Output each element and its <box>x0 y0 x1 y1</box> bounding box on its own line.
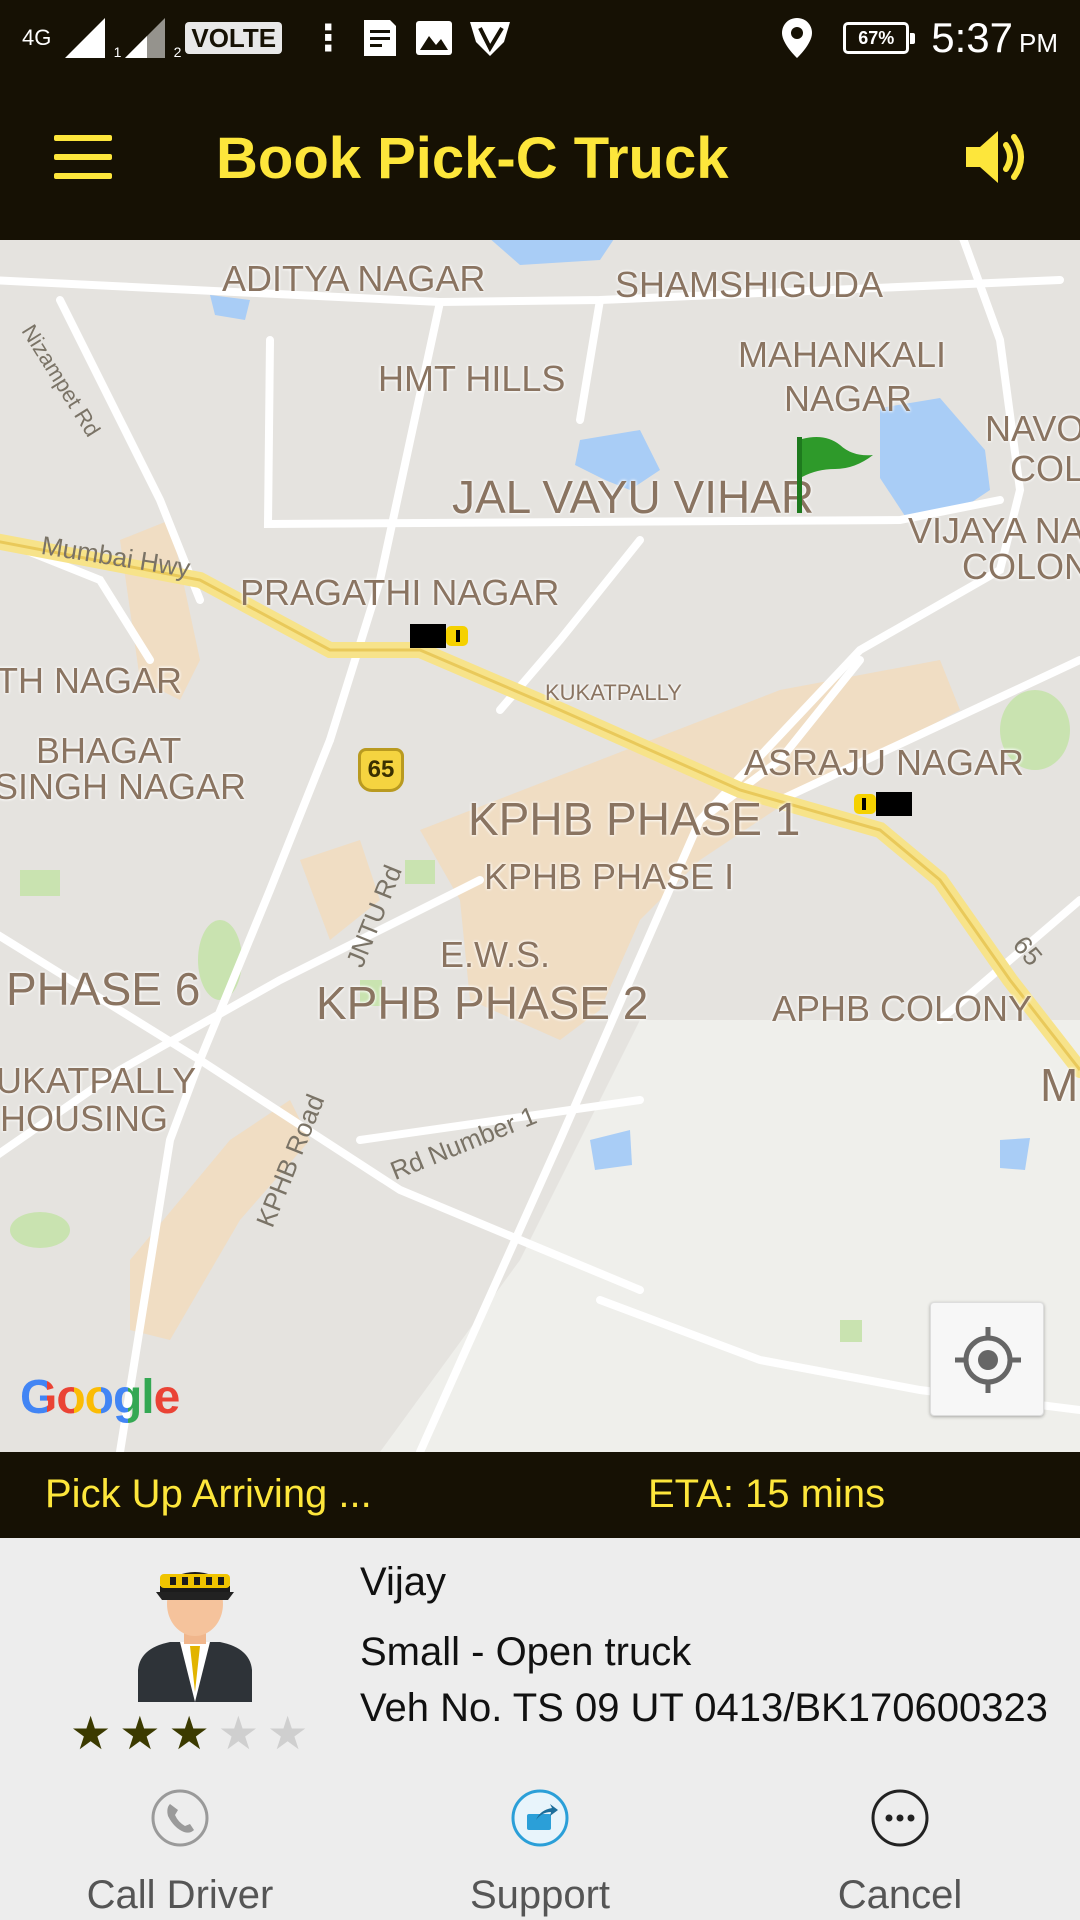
notes-icon <box>360 18 400 58</box>
more-circle-icon <box>871 1789 929 1847</box>
google-logo-text: Google <box>20 1371 180 1424</box>
map-area-label: ADITYA NAGAR <box>222 258 486 299</box>
map-area-label: NAVO <box>985 408 1080 449</box>
page-title: Book Pick-C Truck <box>216 126 729 191</box>
map-area-label: COLON <box>962 546 1080 587</box>
hamburger-icon <box>54 135 112 141</box>
driver-rating: ★ ★ ★ ★ ★ <box>70 1710 308 1756</box>
map-area-label: KPHB PHASE 1 <box>468 793 801 845</box>
truck-marker-icon[interactable] <box>410 622 470 650</box>
destination-flag-icon <box>797 437 873 513</box>
star-filled-icon: ★ <box>168 1707 210 1759</box>
menu-button[interactable] <box>54 135 112 179</box>
map-view[interactable]: ADITYA NAGAR SHAMSHIGUDA MAHANKALI NAGAR… <box>0 240 1080 1452</box>
pickup-status-bar: Pick Up Arriving ... ETA: 15 mins <box>0 1452 1080 1538</box>
overflow-dots-icon: ⋮ <box>310 17 347 58</box>
truck-type: Small - Open truck <box>360 1630 692 1674</box>
signal-sim2-icon: 2 <box>125 18 181 60</box>
map-area-label: E.W.S. <box>440 934 551 975</box>
app-bar: Book Pick-C Truck <box>0 75 1080 240</box>
map-area-label: MAHANKALI <box>738 334 947 375</box>
driver-avatar <box>138 1572 252 1702</box>
truck-marker-icon[interactable] <box>852 790 912 818</box>
my-location-button[interactable] <box>930 1302 1044 1416</box>
status-bar: 4G 1 2 VOLTE ⋮ 67% 5:37 PM <box>0 0 1080 75</box>
map-area-label: NAGAR <box>784 378 913 419</box>
driver-name: Vijay <box>360 1560 446 1604</box>
map-area-label: KPHB PHASE 2 <box>316 977 649 1029</box>
clock: 5:37 PM <box>931 14 1058 62</box>
call-driver-label: Call Driver <box>86 1873 274 1917</box>
sim1-label: 1 <box>113 44 122 60</box>
map-area-label: PHASE 6 <box>6 963 201 1015</box>
map-area-label: SINGH NAGAR <box>0 766 247 807</box>
map-area-label: HMT HILLS <box>378 358 566 399</box>
sound-button[interactable] <box>964 127 1034 187</box>
shield-icon <box>468 18 511 58</box>
map-area-label: KUKATPALLY <box>545 680 682 705</box>
map-area-label: ASRAJU NAGAR <box>744 742 1025 783</box>
network-type-label: 4G <box>22 25 52 50</box>
hamburger-icon <box>54 154 112 160</box>
map-area-label: UKATPALLY <box>0 1060 197 1101</box>
eta-text: ETA: 15 mins <box>648 1472 886 1516</box>
cancel-button[interactable]: Cancel <box>770 1788 1030 1918</box>
location-icon <box>781 18 821 58</box>
map-area-label: MI <box>1040 1059 1080 1111</box>
map-area-label: TH NAGAR <box>0 660 183 701</box>
time-label: 5:37 <box>931 14 1013 61</box>
map-area-label: KPHB PHASE I <box>484 856 735 897</box>
map-canvas <box>0 240 1080 1452</box>
cancel-label: Cancel <box>837 1873 963 1917</box>
highway-shield: 65 <box>358 748 404 792</box>
ampm-label: PM <box>1019 28 1058 58</box>
map-area-label: JAL VAYU VIHAR <box>452 471 815 523</box>
image-icon <box>414 18 454 58</box>
share-icon <box>511 1789 569 1847</box>
battery-icon: 67% <box>843 22 916 54</box>
driver-panel: ★ ★ ★ ★ ★ Vijay Small - Open truck Veh N… <box>0 1538 1080 1920</box>
map-area-label: HOUSING <box>0 1098 169 1139</box>
signal-sim1-icon: 1 <box>65 18 121 60</box>
star-empty-icon: ★ <box>217 1707 259 1759</box>
map-area-label: APHB COLONY <box>772 988 1033 1029</box>
crosshair-icon <box>955 1327 1021 1393</box>
hamburger-icon <box>54 173 112 179</box>
map-area-label: SHAMSHIGUDA <box>615 264 884 305</box>
pickup-status-text: Pick Up Arriving ... <box>45 1472 372 1516</box>
volte-badge: VOLTE <box>185 22 283 54</box>
sim2-label: 2 <box>173 44 182 60</box>
support-label: Support <box>469 1873 611 1917</box>
speaker-icon <box>966 131 1024 183</box>
star-empty-icon: ★ <box>267 1707 309 1759</box>
vehicle-number: Veh No. TS 09 UT 0413/BK170600323 <box>360 1686 1048 1730</box>
star-filled-icon: ★ <box>119 1707 161 1759</box>
support-button[interactable]: Support <box>410 1788 670 1918</box>
star-filled-icon: ★ <box>70 1707 112 1759</box>
map-area-label: COL <box>1010 448 1080 489</box>
google-logo: Google <box>20 1370 180 1425</box>
call-driver-button[interactable]: Call Driver <box>50 1788 310 1918</box>
map-area-label: PRAGATHI NAGAR <box>240 572 560 613</box>
phone-icon <box>151 1789 209 1847</box>
